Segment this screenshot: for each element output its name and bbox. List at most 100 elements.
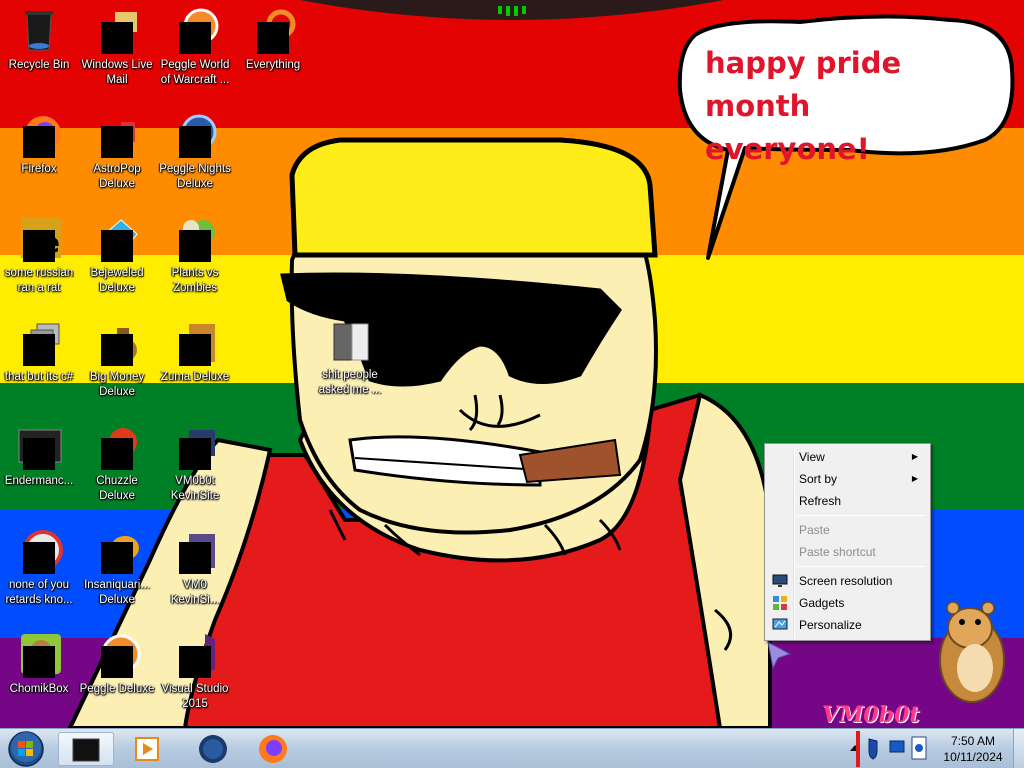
desktop-icon-label: Insaniquari... Deluxe (84, 579, 150, 606)
menu-item-sort-by[interactable]: Sort by ▶ (767, 468, 928, 490)
money-bag-icon (93, 318, 141, 366)
desktop[interactable]: happy pride month everyone! VM0b0t Recyc… (0, 0, 1024, 728)
desktop-icon-label: VM0b0t KevinSite (170, 475, 220, 502)
gem-icon (93, 214, 141, 262)
desktop-icon-endermanc[interactable]: Endermanc... (0, 416, 81, 512)
desktop-icon-label: some russian ran a rat (4, 267, 74, 294)
desktop-icon-insaniquarium-deluxe[interactable]: Insaniquari... Deluxe (75, 520, 159, 616)
desktop-icon-big-money-deluxe[interactable]: Big Money Deluxe (75, 312, 159, 408)
desktop-icon-label: VM0 KevinSi... (170, 579, 220, 606)
desktop-icon-chomikbox[interactable]: ChomikBox (0, 624, 81, 720)
website-icon (171, 422, 219, 470)
menu-item-refresh[interactable]: Refresh (767, 490, 928, 512)
taskbar-item-firefox[interactable] (245, 732, 301, 766)
desktop-context-menu: View ▶ Sort by ▶ Refresh Paste Paste sho… (764, 443, 931, 641)
taskbar-item-globe[interactable] (185, 732, 241, 766)
desktop-icon-peggle-world-of-warcraft[interactable]: Peggle World of Warcraft ... (153, 0, 237, 96)
folder-icon (326, 316, 374, 364)
menu-item-personalize-label: Personalize (799, 618, 862, 632)
desktop-icon-label: Endermanc... (4, 475, 74, 487)
desktop-icon-bejeweled-deluxe[interactable]: Bejeweled Deluxe (75, 208, 159, 304)
desktop-icon-label: Visual Studio 2015 (161, 683, 229, 710)
desktop-icon-astropop-deluxe[interactable]: AstroPop Deluxe (75, 104, 159, 200)
file-explorer-icon (72, 738, 100, 762)
desktop-icon-recycle-bin[interactable]: Recycle Bin (0, 0, 81, 96)
menu-item-screen-resolution-label: Screen resolution (799, 574, 893, 588)
speech-bubble-line-2: everyone! (705, 132, 870, 166)
menu-item-paste: Paste (767, 519, 928, 541)
desktop-icon-visual-studio-2015[interactable]: Visual Studio 2015 (153, 624, 237, 720)
disc-icon (15, 526, 63, 574)
desktop-icon-zuma-deluxe[interactable]: Zuma Deluxe (153, 312, 237, 408)
menu-separator (797, 566, 926, 567)
show-desktop-button[interactable] (1013, 729, 1024, 768)
menu-item-paste-label: Paste (799, 523, 830, 537)
desktop-icon-everything[interactable]: Everything (231, 0, 315, 96)
desktop-icon-none-of-you[interactable]: none of you retards kno... (0, 520, 81, 616)
firefox-icon (259, 735, 287, 763)
search-icon (249, 6, 297, 54)
media-player-icon (135, 737, 159, 761)
visual-studio-icon (171, 630, 219, 678)
desktop-icon-label: that but its c# (4, 371, 74, 383)
desktop-icon-label: Zuma Deluxe (160, 371, 230, 383)
hamster-icon (15, 630, 63, 678)
desktop-icon-peggle-nights-deluxe[interactable]: Peggle Nights Deluxe (153, 104, 237, 200)
globe-icon (199, 735, 227, 763)
security-shield-icon[interactable] (868, 738, 878, 760)
menu-separator (797, 515, 926, 516)
tray-indicator (856, 731, 860, 767)
desktop-icon-plants-vs-zombies[interactable]: Plants vs Zombies (153, 208, 237, 304)
watermark-text: VM0b0t (822, 702, 920, 728)
desktop-icon-vm0b0t-kevinsite[interactable]: VM0b0t KevinSite (153, 416, 237, 512)
desktop-icon-windows-live-mail[interactable]: Windows Live Mail (75, 0, 159, 96)
start-button[interactable] (3, 730, 49, 768)
taskbar-item-file-explorer[interactable] (58, 732, 114, 766)
submenu-arrow-icon: ▶ (911, 474, 918, 483)
fish-icon (93, 526, 141, 574)
clock-time: 7:50 AM (950, 734, 996, 748)
monitor-icon (772, 574, 788, 587)
menu-item-sort-by-label: Sort by (799, 472, 838, 486)
desktop-icon-that-but-its-csharp[interactable]: that but its c# (0, 312, 81, 408)
menu-item-view[interactable]: View ▶ (767, 446, 928, 468)
desktop-icon-label: Firefox (21, 163, 57, 175)
menu-item-view-label: View (799, 450, 825, 464)
desktop-icon-label: Bejeweled Deluxe (90, 267, 144, 294)
taskbar: 7:50 AM 10/11/2024 (0, 728, 1024, 768)
desktop-icon-chuzzle-deluxe[interactable]: Chuzzle Deluxe (75, 416, 159, 512)
desktop-icon-some-russian-ran-a-rat[interactable]: e some russian ran a rat (0, 208, 81, 304)
desktop-icon-label: Plants vs Zombies (171, 267, 219, 294)
taskbar-clock[interactable]: 7:50 AM 10/11/2024 (936, 733, 1010, 765)
desktop-icon-label: Chuzzle Deluxe (96, 475, 138, 502)
network-icon[interactable] (889, 740, 905, 753)
peggle-icon (171, 6, 219, 54)
desktop-icon-label: Everything (245, 59, 301, 71)
firefox-icon (15, 110, 63, 158)
desktop-icon-folder[interactable]: shit people asked me ... (308, 310, 392, 406)
zuma-icon (171, 318, 219, 366)
taskbar-item-media-player[interactable] (120, 732, 176, 766)
astropop-icon (93, 110, 141, 158)
menu-item-screen-resolution[interactable]: Screen resolution (767, 570, 928, 592)
desktop-icon-label: Peggle World of Warcraft ... (160, 59, 230, 86)
volume-icon[interactable] (911, 736, 927, 760)
desktop-icon-vm0-kevinsite[interactable]: VM0 KevinSi... (153, 520, 237, 616)
desktop-icon-label: Peggle Deluxe (79, 683, 155, 695)
desktop-icon-peggle-deluxe[interactable]: Peggle Deluxe (75, 624, 159, 720)
desktop-icon-label: none of you retards kno... (5, 579, 73, 606)
desktop-icon-label: Recycle Bin (8, 59, 70, 71)
website-icon (171, 526, 219, 574)
windows-logo-icon (8, 731, 44, 767)
desktop-icon-firefox[interactable]: Firefox (0, 104, 81, 200)
menu-item-paste-shortcut: Paste shortcut (767, 541, 928, 563)
mail-icon (93, 6, 141, 54)
menu-item-personalize[interactable]: Personalize (767, 614, 928, 636)
plant-icon (171, 214, 219, 262)
speech-bubble-text: happy pride month everyone! (705, 42, 995, 171)
desktop-icon-label: ChomikBox (9, 683, 69, 695)
menu-item-gadgets[interactable]: Gadgets (767, 592, 928, 614)
chuzzle-icon (93, 422, 141, 470)
personalize-icon (772, 618, 788, 630)
clock-date: 10/11/2024 (943, 750, 1003, 764)
